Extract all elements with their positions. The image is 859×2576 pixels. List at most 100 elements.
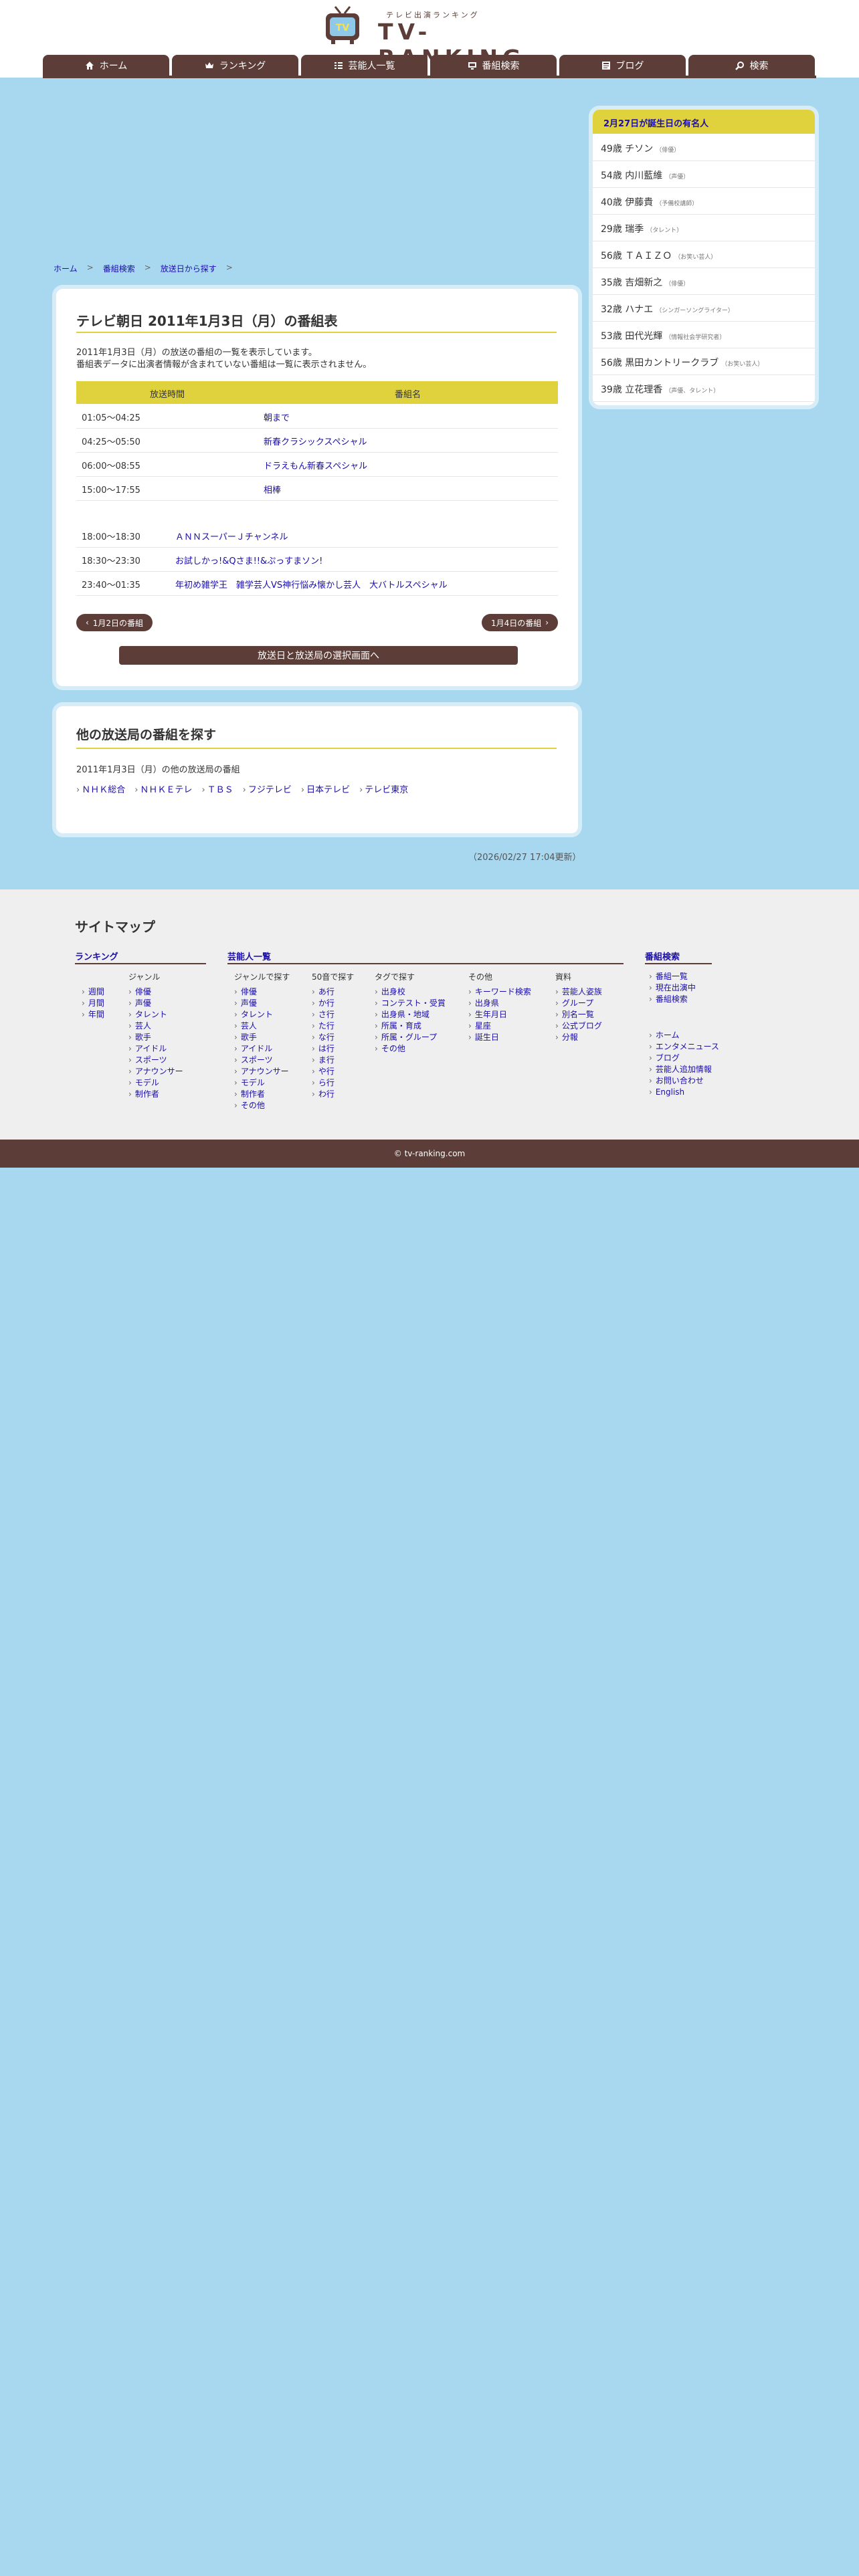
sitemap-link[interactable]: › 分報	[555, 1032, 602, 1043]
row-program-link[interactable]: ＡＮＮスーパーＪチャンネル	[175, 530, 288, 542]
nav-blog[interactable]: ブログ	[559, 55, 686, 76]
birthday-item[interactable]: 40歳 伊藤貴 （予備校講師）	[593, 187, 815, 215]
sitemap-link[interactable]: › 週間	[82, 986, 104, 998]
sitemap-link[interactable]: › ま行	[312, 1055, 354, 1066]
channel-link[interactable]: › フジテレビ	[243, 782, 292, 795]
sitemap-talent-heading[interactable]: 芸能人一覧	[227, 950, 271, 962]
channel-link[interactable]: › テレビ東京	[359, 782, 408, 795]
sitemap-link[interactable]: › モデル	[128, 1077, 183, 1089]
sitemap-link[interactable]: › あ行	[312, 986, 354, 998]
sitemap-program-heading[interactable]: 番組検索	[645, 950, 680, 962]
sitemap-link[interactable]: › その他	[234, 1100, 290, 1111]
sitemap-link[interactable]: › 月間	[82, 998, 104, 1009]
sitemap-link[interactable]: › 制作者	[128, 1089, 183, 1100]
sitemap-link[interactable]: › キーワード検索	[468, 986, 531, 998]
sitemap-link[interactable]: › English	[649, 1087, 719, 1098]
sitemap-link[interactable]: › 芸能人追加情報	[649, 1064, 719, 1075]
channel-link-label[interactable]: 日本テレビ	[306, 785, 350, 795]
sitemap-link[interactable]: › ブログ	[649, 1053, 719, 1064]
sitemap-link[interactable]: › 現在出演中	[649, 982, 696, 994]
sitemap-link[interactable]: › モデル	[234, 1077, 290, 1089]
row-program-link[interactable]: 相棒	[264, 483, 281, 496]
breadcrumb-home[interactable]: ホーム	[54, 263, 78, 274]
row-program-link[interactable]: ドラえもん新春スペシャル	[264, 459, 367, 471]
select-date-station-button[interactable]: 放送日と放送局の選択画面へ	[119, 646, 518, 665]
sitemap-link[interactable]: › 芸能人姿族	[555, 986, 602, 998]
sitemap-link[interactable]: › タレント	[234, 1009, 290, 1021]
sitemap-link[interactable]: › 歌手	[128, 1032, 183, 1043]
sitemap-link[interactable]: › 芸人	[234, 1021, 290, 1032]
sitemap-link[interactable]: › 声優	[128, 998, 183, 1009]
channel-link[interactable]: › 日本テレビ	[301, 782, 350, 795]
breadcrumb-by-date[interactable]: 放送日から探す	[161, 263, 217, 274]
sitemap-link[interactable]: › 出身県・地域	[375, 1009, 446, 1021]
next-day-button[interactable]: 1月4日の番組 ›	[482, 614, 558, 631]
row-program-link[interactable]: お試しかっ!&Qさま!!&ぷっすまソン!	[175, 554, 322, 566]
nav-home[interactable]: ホーム	[43, 55, 169, 76]
channel-link-label[interactable]: フジテレビ	[248, 785, 292, 795]
sitemap-link[interactable]: › グループ	[555, 998, 602, 1009]
nav-search[interactable]: 検索	[688, 55, 815, 76]
birthday-item[interactable]: 56歳 ＴＡＩＺＯ （お笑い芸人）	[593, 241, 815, 268]
sitemap-link[interactable]: › 芸人	[128, 1021, 183, 1032]
sitemap-link[interactable]: › タレント	[128, 1009, 183, 1021]
birthday-item[interactable]: 39歳 立花理香 （声優、タレント）	[593, 374, 815, 402]
channel-link-label[interactable]: テレビ東京	[365, 785, 408, 795]
sitemap-link[interactable]: › 歌手	[234, 1032, 290, 1043]
sitemap-link[interactable]: › 出身校	[375, 986, 446, 998]
sitemap-link[interactable]: › は行	[312, 1043, 354, 1055]
birthday-item[interactable]: 54歳 内川藍維 （声優）	[593, 160, 815, 188]
sitemap-link[interactable]: › や行	[312, 1066, 354, 1077]
birthday-item[interactable]: 35歳 吉畑新之 （俳優）	[593, 267, 815, 295]
sitemap-link[interactable]: › か行	[312, 998, 354, 1009]
sitemap-link[interactable]: › た行	[312, 1021, 354, 1032]
row-program-link[interactable]: 新春クラシックスペシャル	[264, 435, 367, 447]
sitemap-link[interactable]: › アナウンサー	[128, 1066, 183, 1077]
sitemap-tag-label[interactable]: タグで探す	[375, 971, 446, 982]
sitemap-link[interactable]: › 公式ブログ	[555, 1021, 602, 1032]
sitemap-link[interactable]: › 所属・育成	[375, 1021, 446, 1032]
sitemap-link[interactable]: › その他	[375, 1043, 446, 1055]
birthday-item[interactable]: 29歳 瑞季 （タレント）	[593, 214, 815, 241]
sitemap-link[interactable]: › コンテスト・受賞	[375, 998, 446, 1009]
sitemap-link[interactable]: › 声優	[234, 998, 290, 1009]
channel-link-label[interactable]: ＮＨＫＥテレ	[140, 785, 192, 795]
sitemap-link[interactable]: › 俳優	[128, 986, 183, 998]
sitemap-link[interactable]: › 所属・グループ	[375, 1032, 446, 1043]
sitemap-link[interactable]: › アナウンサー	[234, 1066, 290, 1077]
sitemap-link[interactable]: › エンタメニュース	[649, 1041, 719, 1053]
sitemap-link[interactable]: › 年間	[82, 1009, 104, 1021]
birthday-item[interactable]: 53歳 田代光輝 （情報社会学研究者）	[593, 321, 815, 348]
sitemap-link[interactable]: › ら行	[312, 1077, 354, 1089]
sitemap-link[interactable]: › アイドル	[128, 1043, 183, 1055]
sitemap-ranking-heading[interactable]: ランキング	[75, 950, 118, 962]
sitemap-link[interactable]: › 別名一覧	[555, 1009, 602, 1021]
sitemap-link[interactable]: › 星座	[468, 1021, 531, 1032]
sitemap-link[interactable]: › アイドル	[234, 1043, 290, 1055]
prev-day-button[interactable]: ‹ 1月2日の番組	[76, 614, 153, 631]
channel-link[interactable]: › ＮＨＫ総合	[76, 782, 125, 795]
sitemap-link[interactable]: › 生年月日	[468, 1009, 531, 1021]
breadcrumb-program-search[interactable]: 番組検索	[103, 263, 135, 274]
sitemap-link[interactable]: › ホーム	[649, 1030, 719, 1041]
sidebar-title-link[interactable]: 2月27日が誕生日の有名人	[603, 116, 708, 129]
row-program-link[interactable]: 朝まで	[264, 411, 290, 423]
nav-talent-list[interactable]: 芸能人一覧	[301, 55, 427, 76]
sitemap-link[interactable]: › お問い合わせ	[649, 1075, 719, 1087]
site-logo[interactable]: TV テレビ出演ランキング TV-RANKING	[323, 5, 537, 71]
birthday-item[interactable]: 49歳 チソン （俳優）	[593, 134, 815, 161]
sitemap-link[interactable]: › 制作者	[234, 1089, 290, 1100]
sitemap-link[interactable]: › スポーツ	[128, 1055, 183, 1066]
birthday-item[interactable]: 56歳 黒田カントリークラブ （お笑い芸人）	[593, 348, 815, 375]
channel-link-label[interactable]: ＮＨＫ総合	[82, 785, 125, 795]
nav-program-search[interactable]: 番組検索	[430, 55, 557, 76]
channel-link[interactable]: › ＮＨＫＥテレ	[134, 782, 192, 795]
channel-link[interactable]: › ＴＢＳ	[201, 782, 233, 795]
channel-link-label[interactable]: ＴＢＳ	[207, 785, 233, 795]
sitemap-link[interactable]: › わ行	[312, 1089, 354, 1100]
sitemap-link[interactable]: › 俳優	[234, 986, 290, 998]
sitemap-link[interactable]: › 誕生日	[468, 1032, 531, 1043]
sitemap-link[interactable]: › スポーツ	[234, 1055, 290, 1066]
sitemap-link[interactable]: › さ行	[312, 1009, 354, 1021]
birthday-item[interactable]: 32歳 ハナエ （シンガーソングライター）	[593, 294, 815, 322]
